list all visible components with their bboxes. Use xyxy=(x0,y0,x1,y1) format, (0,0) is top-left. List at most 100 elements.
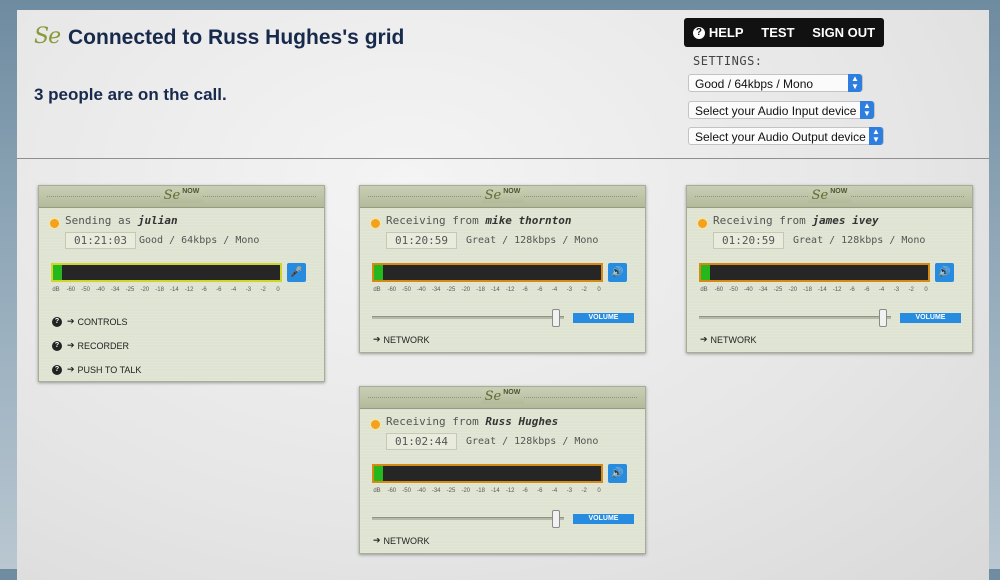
meter-tick-label: -20 xyxy=(461,488,471,494)
volume-slider-track[interactable] xyxy=(699,316,891,319)
meter-tick-label: -60 xyxy=(714,287,724,293)
sender-panel: Se NOW Sending as julian 01:21:03 Good / … xyxy=(38,185,325,382)
test-button[interactable]: TEST xyxy=(761,25,794,40)
participant-name: james ivey xyxy=(812,214,879,227)
meter-tick-label: dB xyxy=(52,287,60,293)
meter-tick-label: -40 xyxy=(744,287,753,293)
push-to-talk-link[interactable]: ? ➔ PUSH TO TALK xyxy=(52,364,141,375)
meter-tick-label: -2 xyxy=(581,488,587,494)
network-link[interactable]: ➔ NETWORK xyxy=(373,334,430,345)
meter-tick-label: -6 xyxy=(216,287,222,293)
volume-slider-track[interactable] xyxy=(372,316,564,319)
meter-tick-label: 0 xyxy=(597,488,601,494)
question-icon: ? xyxy=(52,316,62,327)
meter-tick-label: -20 xyxy=(788,287,798,293)
settings-label: SETTINGS: xyxy=(693,54,763,68)
meter-tick-label: 0 xyxy=(924,287,928,293)
meter-tick-label: -3 xyxy=(566,488,573,494)
meter-tick-label: -4 xyxy=(551,488,558,494)
question-icon: ? xyxy=(52,364,62,375)
page-title: Connected to Russ Hughes's grid xyxy=(68,26,405,49)
status-indicator xyxy=(697,218,708,229)
quality-text: Great / 128kbps / Mono xyxy=(466,436,599,447)
meter-tick-label: -3 xyxy=(245,287,252,293)
speaker-button[interactable]: 🔊 xyxy=(608,464,627,483)
volume-slider-thumb[interactable] xyxy=(552,510,561,528)
microphone-button[interactable]: 🎤 xyxy=(287,263,306,282)
volume-button[interactable]: VOLUME xyxy=(900,313,961,323)
meter-tick-label: dB xyxy=(373,488,381,494)
panel-logo: Se NOW xyxy=(159,188,204,203)
meter-tick-label: -14 xyxy=(491,287,500,293)
audio-input-select[interactable]: Select your Audio Input device ▲ ▼ xyxy=(688,101,875,119)
recorder-link[interactable]: ? ➔ RECORDER xyxy=(52,340,129,351)
meter-tick-label: -40 xyxy=(417,488,426,494)
call-timer: 01:20:59 xyxy=(713,232,784,249)
call-timer: 01:02:44 xyxy=(386,433,457,450)
meter-tick-label: -18 xyxy=(476,287,485,293)
meter-tick-label: -3 xyxy=(566,287,573,293)
status-indicator xyxy=(370,419,381,430)
meter-tick-label: -14 xyxy=(491,488,500,494)
quality-text: Good / 64kbps / Mono xyxy=(139,235,260,246)
quality-text: Great / 128kbps / Mono xyxy=(793,235,926,246)
meter-tick-label: -2 xyxy=(581,287,587,293)
meter-tick-label: -40 xyxy=(417,287,426,293)
network-link[interactable]: ➔ NETWORK xyxy=(373,535,430,546)
meter-tick-label: -6 xyxy=(537,488,543,494)
header-divider xyxy=(17,158,989,159)
meter-tick-label: -34 xyxy=(431,488,441,494)
meter-tick-label: -20 xyxy=(140,287,150,293)
meter-tick-label: -4 xyxy=(551,287,558,293)
volume-button[interactable]: VOLUME xyxy=(573,514,634,524)
audio-level-meter xyxy=(372,464,603,483)
sign-out-button[interactable]: SIGN OUT xyxy=(812,25,875,40)
audio-level-meter xyxy=(372,263,603,282)
network-link[interactable]: ➔ NETWORK xyxy=(700,334,757,345)
meter-tick-label: -18 xyxy=(476,488,485,494)
controls-link[interactable]: ? ➔ CONTROLS xyxy=(52,316,128,327)
volume-slider-track[interactable] xyxy=(372,517,564,520)
status-line: Receiving from Russ Hughes xyxy=(386,415,559,428)
receiver-panel: Se NOW Receiving from mike thornton 01:20… xyxy=(359,185,646,353)
volume-slider-thumb[interactable] xyxy=(552,309,561,327)
participant-name: mike thornton xyxy=(485,214,572,227)
meter-tick-label: -2 xyxy=(908,287,914,293)
meter-tick-label: -12 xyxy=(505,287,515,293)
meter-tick-label: dB xyxy=(700,287,708,293)
meter-tick-label: -50 xyxy=(402,287,411,293)
call-timer: 01:20:59 xyxy=(386,232,457,249)
meter-tick-label: -34 xyxy=(758,287,768,293)
speaker-button[interactable]: 🔊 xyxy=(608,263,627,282)
level-fill xyxy=(53,265,63,280)
top-nav: ? HELP TEST SIGN OUT xyxy=(684,18,884,47)
participant-name: Russ Hughes xyxy=(485,415,559,428)
question-icon: ? xyxy=(692,26,705,39)
meter-tick-label: -6 xyxy=(864,287,870,293)
people-count: 3 people are on the call. xyxy=(34,85,227,104)
question-icon: ? xyxy=(52,340,62,351)
meter-tick-label: -14 xyxy=(170,287,179,293)
status-line: Receiving from mike thornton xyxy=(386,214,572,227)
meter-tick-label: -6 xyxy=(522,488,528,494)
panel-logo: Se NOW xyxy=(807,188,852,203)
meter-tick-label: -25 xyxy=(125,287,135,293)
audio-output-select-value: Select your Audio Output device xyxy=(695,130,866,144)
panel-logo: Se NOW xyxy=(480,188,525,203)
volume-button[interactable]: VOLUME xyxy=(573,313,634,323)
help-button[interactable]: ? HELP xyxy=(692,25,744,40)
meter-tick-label: -12 xyxy=(832,287,842,293)
panel-header: Se NOW xyxy=(360,186,645,208)
audio-output-select[interactable]: Select your Audio Output device ▲ ▼ xyxy=(688,127,884,145)
panel-header: Se NOW xyxy=(687,186,972,208)
meter-tick-label: -12 xyxy=(184,287,194,293)
volume-slider-thumb[interactable] xyxy=(879,309,888,327)
level-fill xyxy=(701,265,711,280)
panel-header: Se NOW xyxy=(360,387,645,409)
meter-tick-label: -4 xyxy=(230,287,237,293)
receiver-panel: Se NOW Receiving from james ivey 01:20:59… xyxy=(686,185,973,353)
speaker-button[interactable]: 🔊 xyxy=(935,263,954,282)
quality-select[interactable]: Good / 64kbps / Mono ▲ ▼ xyxy=(688,74,863,92)
meter-tick-label: -34 xyxy=(431,287,441,293)
meter-tick-label: -60 xyxy=(387,287,397,293)
